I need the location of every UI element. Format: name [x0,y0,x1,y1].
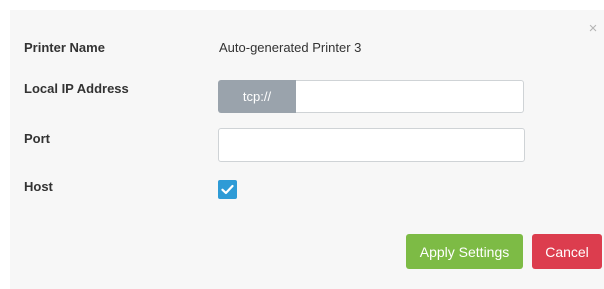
local-ip-input-group: tcp:// [218,80,524,113]
host-checkbox[interactable] [218,180,237,199]
local-ip-label: Local IP Address [24,81,129,96]
ip-protocol-prefix: tcp:// [218,80,296,113]
cancel-button[interactable]: Cancel [532,234,602,269]
apply-settings-button[interactable]: Apply Settings [406,234,523,269]
port-label: Port [24,131,50,146]
local-ip-input[interactable] [296,80,524,113]
host-label: Host [24,179,53,194]
printer-name-label: Printer Name [24,40,105,55]
port-input[interactable] [218,128,525,162]
check-icon [221,184,234,195]
close-icon[interactable]: × [586,21,600,36]
printer-name-value: Auto-generated Printer 3 [219,40,362,55]
